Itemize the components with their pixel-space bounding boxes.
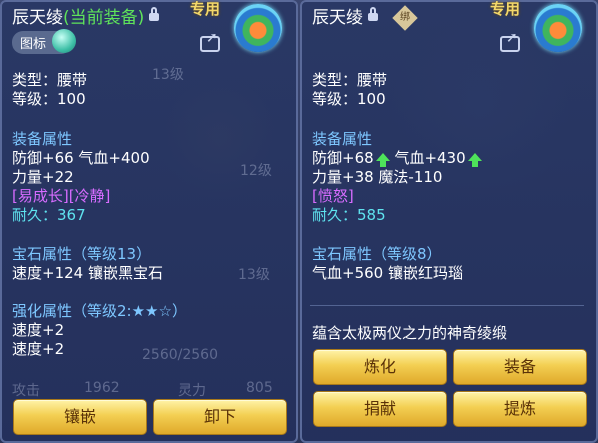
refine-button[interactable]: 炼化	[313, 349, 447, 385]
bg-spirit-value: 805	[246, 380, 273, 396]
enhance-line: 速度+2	[12, 340, 65, 358]
bg-attack-label: 攻击	[12, 383, 40, 399]
gem-attr-header: 宝石属性（等级13）	[12, 245, 152, 263]
type-line: 类型：腰带	[12, 71, 88, 89]
item-title: 辰天绫(当前装备)	[12, 3, 160, 28]
share-icon[interactable]	[500, 30, 520, 52]
icon-toggle-badge[interactable]: 图标	[12, 29, 77, 54]
arrow-up-icon	[467, 153, 482, 167]
level-line: 等级：100	[12, 90, 86, 108]
item-emblem-icon[interactable]	[534, 4, 582, 52]
type-line: 类型：腰带	[312, 71, 388, 89]
gem-attr-header: 宝石属性（等级8）	[312, 245, 442, 263]
unequip-button[interactable]: 卸下	[153, 399, 287, 435]
bound-icon: 绑	[392, 5, 418, 31]
special-skills: [易成长][冷静]	[12, 187, 111, 205]
durability: 耐久：367	[12, 206, 86, 224]
stat-defense: 防御+68	[312, 149, 374, 167]
exclusive-label: 专用	[490, 0, 521, 18]
bg-spirit-label: 灵力	[178, 383, 206, 399]
bg-hp-bar-text: 2560/2560	[142, 347, 218, 363]
level-line: 等级：100	[312, 90, 386, 108]
bg-attack-value: 1962	[84, 380, 120, 396]
share-icon[interactable]	[200, 30, 220, 52]
stat-line: 防御+68 气血+430	[312, 149, 482, 168]
enhance-header: 强化属性（等级2:★★☆）	[12, 302, 187, 320]
bg-level-label: 13级	[238, 267, 270, 283]
divider	[310, 305, 584, 306]
stat-line: 力量+22	[12, 168, 74, 186]
bg-level-label: 13级	[152, 67, 184, 83]
stat-line: 防御+66 气血+400	[12, 149, 150, 167]
enhance-line: 速度+2	[12, 321, 65, 339]
stat-hp: 气血+430	[394, 149, 466, 167]
item-title: 辰天绫 绑	[312, 3, 418, 31]
donate-button[interactable]: 捐献	[313, 391, 447, 427]
item-emblem-icon[interactable]	[234, 4, 282, 52]
item-description: 蕴含太极两仪之力的神奇绫缎	[312, 324, 508, 342]
bg-level-label: 12级	[240, 163, 272, 179]
stat-line: 力量+38 魔法-110	[312, 168, 443, 186]
exclusive-label: 专用	[190, 0, 221, 18]
gem-line: 气血+560 镶嵌红玛瑙	[312, 264, 463, 282]
item-name: 辰天绫	[312, 8, 363, 28]
equipped-tag: (当前装备)	[63, 8, 145, 28]
inlay-button[interactable]: 镶嵌	[13, 399, 147, 435]
lock-icon	[149, 7, 160, 21]
extract-button[interactable]: 提炼	[453, 391, 587, 427]
equip-button[interactable]: 装备	[453, 349, 587, 385]
special-skills: [愤怒]	[312, 187, 354, 205]
equip-attr-header: 装备属性	[12, 130, 73, 148]
badge-label: 图标	[20, 37, 47, 52]
gem-icon	[52, 29, 77, 53]
arrow-up-icon	[375, 153, 390, 167]
durability: 耐久：585	[312, 206, 386, 224]
gem-line: 速度+124 镶嵌黑宝石	[12, 264, 163, 282]
item-name: 辰天绫	[12, 8, 63, 28]
lock-icon	[368, 7, 378, 21]
equip-attr-header: 装备属性	[312, 130, 373, 148]
